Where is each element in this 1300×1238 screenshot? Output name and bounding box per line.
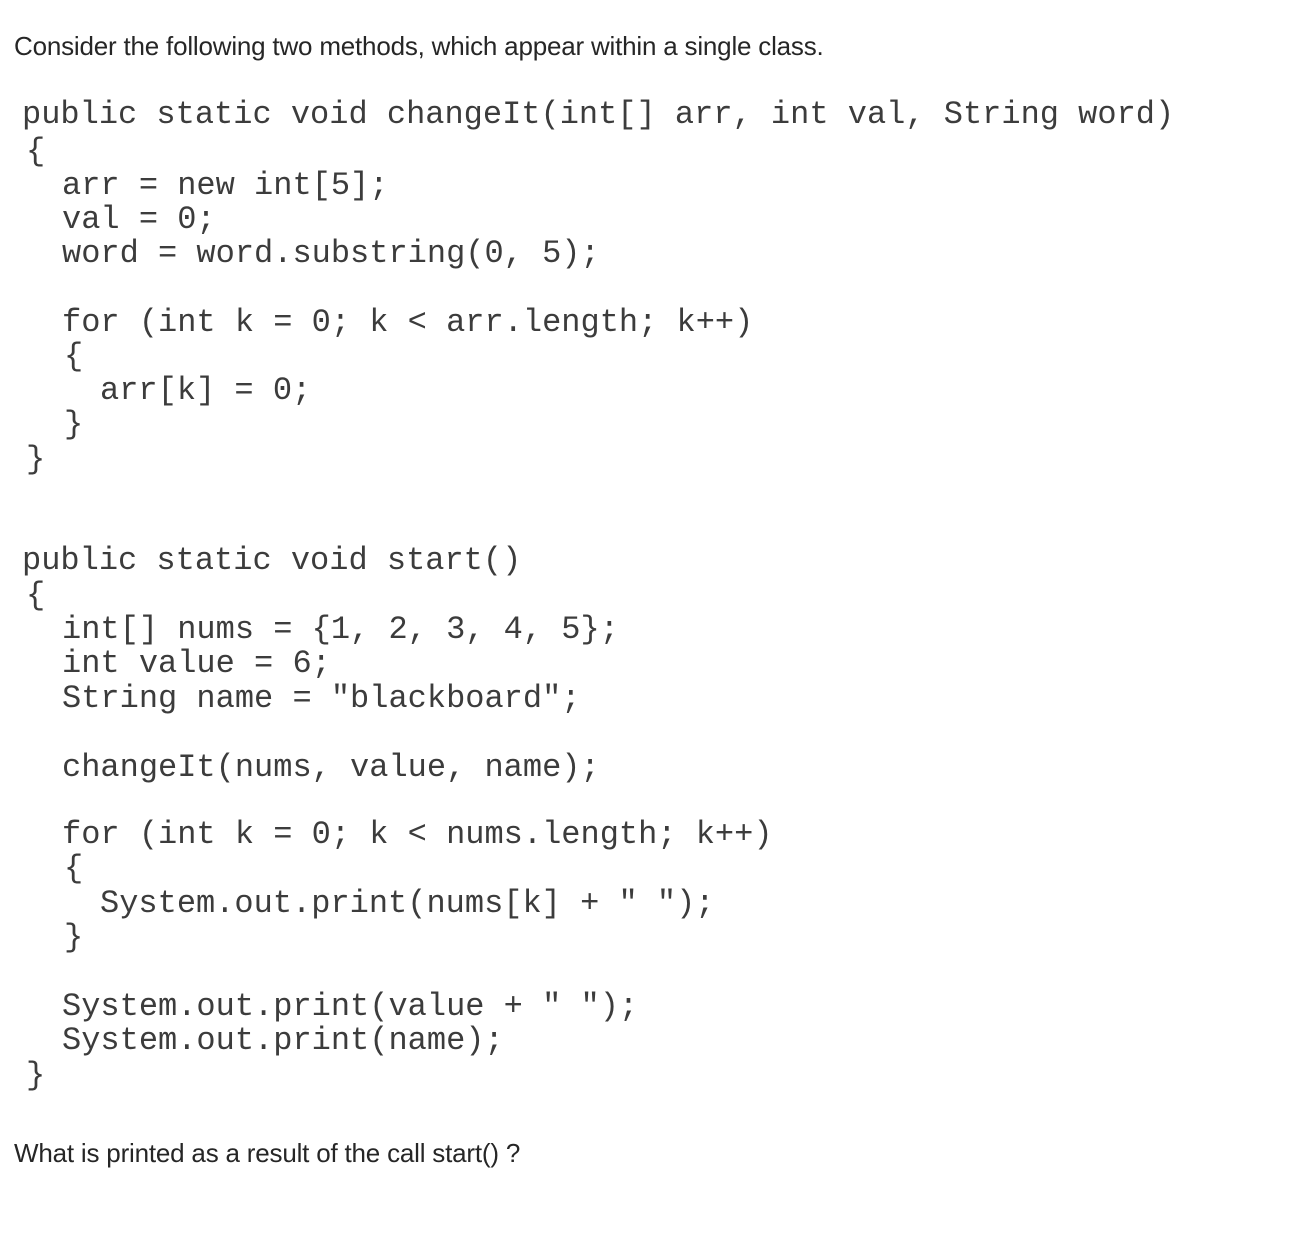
question-prompt: What is printed as a result of the call … (14, 1138, 521, 1168)
code-line: arr[k] = 0; (100, 372, 312, 409)
code-line: arr = new int[5]; (62, 167, 389, 204)
code-line: public static void changeIt(int[] arr, i… (22, 96, 1175, 133)
code-line: System.out.print(nums[k] + " "); (100, 885, 715, 922)
code-line: changeIt(nums, value, name); (62, 749, 600, 786)
code-line: { (64, 850, 84, 887)
code-line: } (64, 406, 84, 443)
code-line: System.out.print(value + " "); (62, 988, 639, 1025)
code-line: for (int k = 0; k < arr.length; k++) (62, 304, 754, 341)
code-line: word = word.substring(0, 5); (62, 235, 600, 272)
code-line: int[] nums = {1, 2, 3, 4, 5}; (62, 611, 619, 648)
code-line: { (26, 577, 46, 614)
code-line: int value = 6; (62, 645, 331, 682)
code-line: for (int k = 0; k < nums.length; k++) (62, 816, 773, 853)
code-line: val = 0; (62, 201, 216, 238)
code-line: public static void start() (22, 542, 522, 579)
code-line: System.out.print(name); (62, 1022, 504, 1059)
code-line: { (64, 338, 84, 375)
code-line: { (26, 133, 46, 170)
code-line: } (26, 1057, 46, 1094)
code-line: } (26, 441, 46, 478)
code-line: String name = "blackboard"; (62, 680, 581, 717)
code-line: } (64, 919, 84, 956)
question-intro: Consider the following two methods, whic… (14, 31, 824, 61)
